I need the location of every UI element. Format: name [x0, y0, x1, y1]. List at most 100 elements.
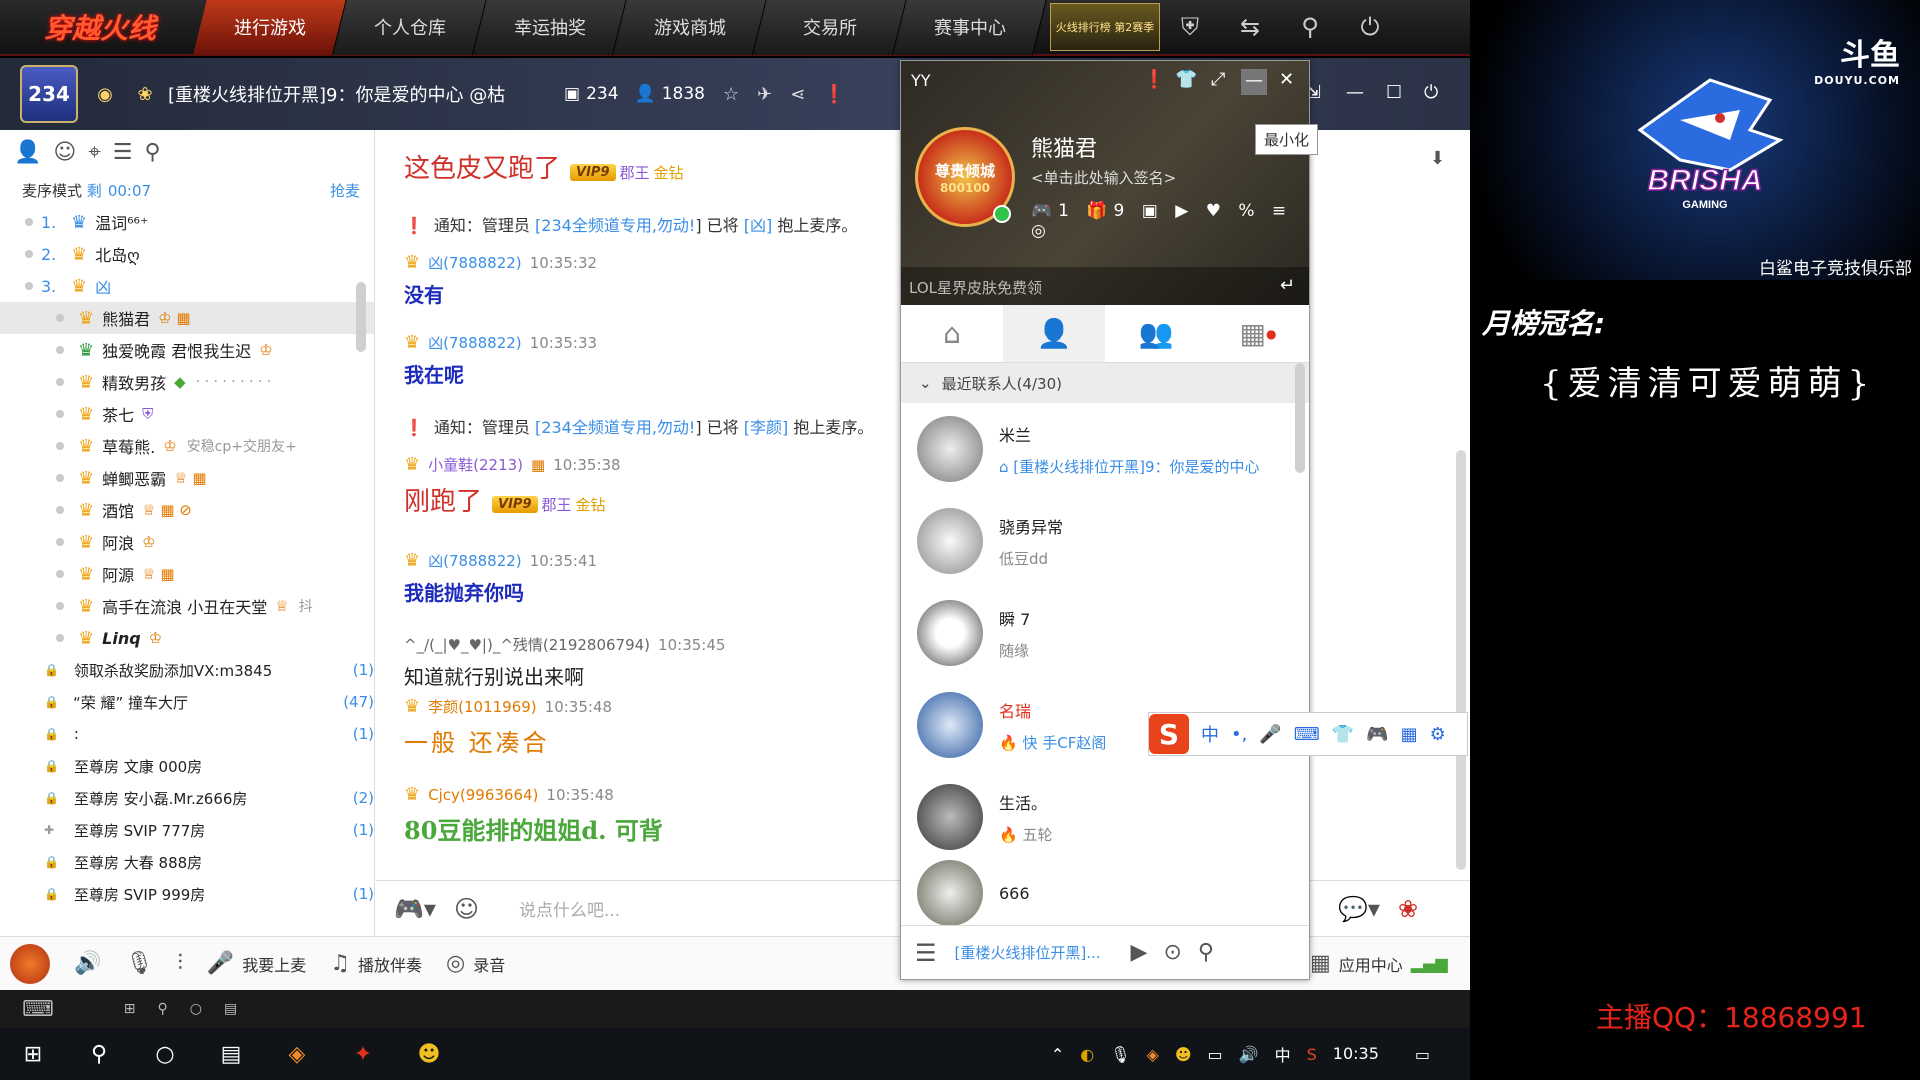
- share-icon[interactable]: ⋖: [790, 84, 805, 105]
- person-icon[interactable]: 👤: [14, 140, 41, 165]
- contact-item[interactable]: 骁勇异常 低豆dd: [901, 495, 1309, 587]
- yy-app-icon[interactable]: ☻: [396, 1042, 462, 1067]
- queue-row[interactable]: 2. ♛ 北岛ღ: [0, 238, 374, 270]
- chat-input[interactable]: 说点什么吧...: [519, 896, 620, 921]
- contact-item[interactable]: 生活。 🔥 五轮: [901, 771, 1309, 863]
- sub-room-row[interactable]: 🔒 至尊房 安小磊.Mr.z666房 (2): [0, 782, 374, 814]
- info-icon[interactable]: ❗: [823, 84, 845, 105]
- close-icon[interactable]: ✕: [1279, 69, 1294, 90]
- contacts-scrollbar[interactable]: [1295, 363, 1305, 473]
- tab-tournament[interactable]: 赛事中心: [893, 0, 1047, 55]
- profile-badges[interactable]: 🎮1 🎁9 ▣ ▶ ♥ % ≡ ◎: [1031, 201, 1309, 241]
- sub-room-row[interactable]: ✚ 至尊房 SVIP 777房 (1): [0, 814, 374, 846]
- tab-groups[interactable]: 👥: [1105, 305, 1207, 362]
- promo-banner[interactable]: LOL星界皮肤免费领 ↵: [901, 267, 1309, 305]
- member-row[interactable]: ♛ 蝉鲫恶霸 ♕ ▦: [0, 462, 374, 494]
- notification-icon[interactable]: ▭: [1415, 1045, 1430, 1064]
- member-row[interactable]: ♛ 草莓熊. ♔ 安稳cp+交朋友+: [0, 430, 374, 462]
- sub-room-row[interactable]: 🔒 至尊房 大春 888房: [0, 846, 374, 878]
- ime-skin-icon[interactable]: 👕: [1332, 724, 1354, 745]
- member-row[interactable]: ♛ 阿源 ♕ ▦: [0, 558, 374, 590]
- volume-icon[interactable]: 🔊: [1239, 1045, 1259, 1064]
- tray-mic-icon[interactable]: 🎙: [1110, 1045, 1130, 1064]
- contact-item[interactable]: 瞬 7 随缘: [901, 587, 1309, 679]
- ime-keyboard-icon[interactable]: ⌨: [1294, 724, 1320, 745]
- avatar[interactable]: [10, 943, 50, 984]
- tab-apps[interactable]: ▦ ●: [1207, 305, 1309, 362]
- search-icon[interactable]: ⚲: [1198, 940, 1214, 965]
- maximize-icon[interactable]: ☐: [1386, 82, 1402, 103]
- tab-exchange[interactable]: 交易所: [753, 0, 907, 55]
- sub-room-row[interactable]: 🔒 至尊房 文康 000房: [0, 750, 374, 782]
- member-scrollbar[interactable]: [356, 282, 366, 352]
- mic-button[interactable]: 🎙: [125, 951, 153, 976]
- recent-contacts-group[interactable]: ⌄ 最近联系人(4/30): [901, 363, 1309, 403]
- tab-store[interactable]: 游戏商城: [613, 0, 767, 55]
- chat-icon[interactable]: ☺: [53, 140, 76, 165]
- ime-lang-indicator[interactable]: 中: [1275, 1042, 1291, 1066]
- tab-warehouse[interactable]: 个人仓库: [333, 0, 487, 55]
- ime-voice-icon[interactable]: 🎤: [1259, 724, 1281, 745]
- member-row[interactable]: ♛ 阿浪 ♔: [0, 526, 374, 558]
- crossfire-app-icon[interactable]: ✦: [330, 1042, 396, 1067]
- app-center-button[interactable]: ▦ 应用中心 ▂▄▆: [1310, 951, 1448, 976]
- search-icon[interactable]: ⚲: [144, 140, 160, 165]
- download-icon[interactable]: ⬇: [1430, 148, 1445, 169]
- queue-row[interactable]: 3. ♛ 凶: [0, 270, 374, 302]
- ime-settings-icon[interactable]: ⚙: [1430, 724, 1446, 745]
- sub-room-row[interactable]: 🔒 领取杀敌奖励添加VX:m3845 (1): [0, 654, 374, 686]
- wrench-icon[interactable]: ⚲: [1280, 0, 1340, 55]
- video-icon[interactable]: ▶: [1131, 940, 1148, 965]
- network-icon[interactable]: ▭: [1208, 1045, 1223, 1064]
- tray-app-icon[interactable]: ◈: [1147, 1045, 1159, 1064]
- minimize-icon[interactable]: —: [1346, 82, 1364, 103]
- emoji-icon[interactable]: ☺: [454, 895, 479, 923]
- power-icon[interactable]: ⏻: [1424, 82, 1438, 103]
- list-icon[interactable]: ☰: [113, 140, 133, 165]
- channel-avatar[interactable]: 234: [20, 65, 78, 123]
- queue-row[interactable]: 1. ♛ 温词⁶⁶⁺: [0, 206, 374, 238]
- menu-icon[interactable]: ☰: [915, 939, 937, 967]
- shield-icon[interactable]: ⛨: [1160, 0, 1220, 55]
- member-row[interactable]: ♛ 熊猫君 ♔ ▦: [0, 302, 374, 334]
- sub-room-row[interactable]: 🔒: (1): [0, 718, 374, 750]
- signature-field[interactable]: <单击此处输入签名>: [1031, 167, 1176, 188]
- windows-start-icon[interactable]: ⊞: [0, 1042, 66, 1067]
- power-icon[interactable]: ⏻: [1340, 0, 1400, 55]
- search-icon[interactable]: ⚲: [66, 1042, 132, 1067]
- member-row[interactable]: ♛ 独爱晚霞 君恨我生迟 ♔: [0, 334, 374, 366]
- rank-badge[interactable]: 火线排行榜 第2赛季: [1050, 3, 1160, 51]
- record-button[interactable]: ◎ 录音: [446, 951, 505, 976]
- current-channel-link[interactable]: [重楼火线排位开黑]...: [955, 942, 1115, 963]
- minimize-button[interactable]: —: [1241, 69, 1267, 95]
- speaker-button[interactable]: 🔊: [74, 951, 101, 976]
- tab-home[interactable]: ⌂: [901, 305, 1003, 362]
- cortana-icon[interactable]: ○: [132, 1042, 198, 1067]
- go-on-mic-button[interactable]: 🎤 我要上麦: [207, 951, 306, 976]
- tray-yy-icon[interactable]: ☻: [1175, 1045, 1192, 1064]
- tab-play-game[interactable]: 进行游戏: [193, 0, 347, 55]
- expand-icon[interactable]: ✚: [44, 823, 74, 837]
- member-row[interactable]: ♛ Linq ♔: [0, 622, 374, 654]
- sub-room-row[interactable]: 🔒 “荣 耀” 撞车大厅 (47): [0, 686, 374, 718]
- member-row[interactable]: ♛ 高手在流浪 小丑在天堂 ♕ 抖: [0, 590, 374, 622]
- switch-icon[interactable]: ⇆: [1220, 0, 1280, 55]
- member-row[interactable]: ♛ 精致男孩 ◆ · · · · · · · · ·: [0, 366, 374, 398]
- contact-item[interactable]: 666: [901, 860, 1309, 926]
- star-icon[interactable]: ☆: [723, 84, 739, 105]
- grab-mic-button[interactable]: 抢麦: [330, 180, 360, 201]
- member-row[interactable]: ♛ 酒馆 ♕ ▦ ⊘: [0, 494, 374, 526]
- contact-item[interactable]: 米兰 ⌂ [重楼火线排位开黑]9：你是爱的中心: [901, 403, 1309, 495]
- gamepad-icon[interactable]: 🎮▾: [394, 895, 436, 923]
- ime-toolbox-icon[interactable]: ▦: [1401, 724, 1418, 745]
- shirt-icon[interactable]: 👕: [1175, 69, 1197, 90]
- sogou-tray-icon[interactable]: S: [1307, 1045, 1317, 1064]
- flower-icon[interactable]: ❀: [1398, 895, 1418, 923]
- tray-app-icon[interactable]: ◐: [1080, 1045, 1094, 1064]
- sub-room-row[interactable]: 🔒 至尊房 SVIP 999房 (1): [0, 878, 374, 910]
- clock[interactable]: 10:35: [1333, 1045, 1379, 1063]
- notice-icon[interactable]: ❗: [1143, 69, 1165, 90]
- ime-punctuation-icon[interactable]: •,: [1231, 724, 1247, 745]
- task-view-icon[interactable]: ▤: [198, 1042, 264, 1067]
- tab-contacts[interactable]: 👤: [1003, 305, 1105, 362]
